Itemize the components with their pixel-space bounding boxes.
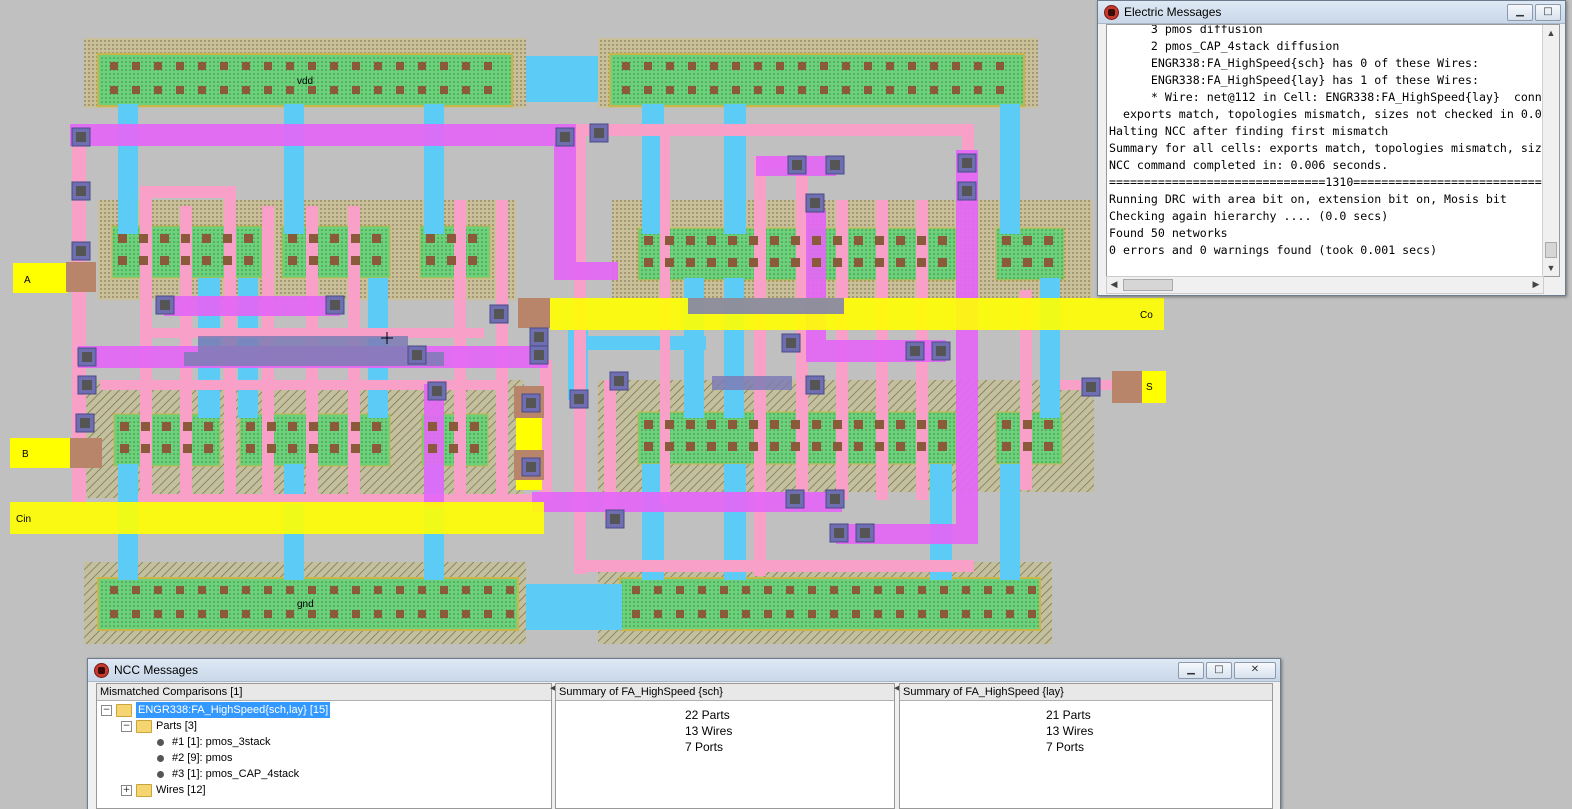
maximize-button[interactable]: □ bbox=[1535, 3, 1561, 21]
tree-parts[interactable]: − Parts [3] bbox=[121, 718, 197, 734]
gnd-label: gnd bbox=[297, 599, 314, 610]
message-line: NCC command completed in: 0.006 seconds. bbox=[1109, 158, 1389, 172]
message-line: 0 errors and 0 warnings found (took 0.00… bbox=[1109, 243, 1438, 257]
mismatch-tree-pane[interactable]: Mismatched Comparisons [1] − ENGR338:FA_… bbox=[96, 683, 552, 809]
message-line: Checking again hierarchy .... (0.0 secs) bbox=[1109, 209, 1389, 223]
message-line: ===============================1310=====… bbox=[1109, 175, 1560, 189]
sch-summary-header: Summary of FA_HighSpeed {sch} bbox=[556, 684, 894, 701]
lay-wires-count: 13 Wires bbox=[1046, 724, 1094, 738]
ncc-window-title: NCC Messages bbox=[114, 663, 199, 677]
sch-wires-count: 13 Wires bbox=[685, 724, 733, 738]
messages-text: 3 pmos diffusion 2 pmos_CAP_4stack diffu… bbox=[1107, 24, 1560, 259]
tree-part-item[interactable]: #1 [1]: pmos_3stack bbox=[157, 734, 270, 750]
sch-ports-count: 7 Ports bbox=[685, 740, 724, 754]
message-line: 3 pmos diffusion bbox=[1109, 24, 1263, 36]
sch-summary-pane: Summary of FA_HighSpeed {sch} 22 Parts 1… bbox=[555, 683, 895, 809]
mismatch-tree-header: Mismatched Comparisons [1] bbox=[97, 684, 551, 701]
scroll-up-arrow-icon[interactable]: ▲ bbox=[1543, 25, 1559, 41]
folder-icon bbox=[136, 783, 152, 797]
lay-ports-count: 7 Ports bbox=[1046, 740, 1085, 754]
b-label: B bbox=[22, 449, 29, 460]
gnd-metal-bridge bbox=[526, 584, 622, 630]
lay-summary-header: Summary of FA_HighSpeed {lay} bbox=[900, 684, 1272, 701]
tree-part-item[interactable]: #2 [9]: pmos bbox=[157, 750, 233, 766]
scroll-thumb[interactable] bbox=[1545, 242, 1557, 258]
messages-vertical-scrollbar[interactable]: ▲ ▼ bbox=[1542, 25, 1559, 276]
cin-label: Cin bbox=[16, 514, 31, 525]
vdd-metal-bridge bbox=[526, 56, 598, 102]
ncc-close-button[interactable]: ✕ bbox=[1234, 661, 1276, 679]
message-line: Running DRC with area bit on, extension … bbox=[1109, 192, 1507, 206]
leaf-bullet-icon bbox=[157, 754, 164, 762]
ncc-messages-window[interactable]: NCC Messages ▁ □ ✕ Mismatched Comparison… bbox=[87, 658, 1281, 809]
message-line: 2 pmos_CAP_4stack diffusion bbox=[1109, 39, 1340, 53]
collapse-root-icon[interactable]: − bbox=[101, 704, 112, 716]
gnd-rail-right bbox=[619, 577, 1041, 631]
message-line: * Wire: net@112 in Cell: ENGR338:FA_High… bbox=[1109, 90, 1542, 104]
message-line: exports match, topologies mismatch, size… bbox=[1109, 107, 1549, 121]
messages-text-area[interactable]: 3 pmos diffusion 2 pmos_CAP_4stack diffu… bbox=[1106, 24, 1560, 277]
scroll-right-arrow-icon[interactable]: ▶ bbox=[1529, 277, 1543, 291]
messages-titlebar[interactable]: Electric Messages ▁ □ bbox=[1098, 1, 1565, 24]
folder-icon bbox=[116, 703, 132, 717]
messages-horizontal-scrollbar[interactable]: ◀ ▶ bbox=[1106, 276, 1544, 294]
tree-root[interactable]: − ENGR338:FA_HighSpeed{sch,lay} [15] bbox=[101, 701, 332, 719]
lay-summary: 21 Parts 13 Wires 7 Ports bbox=[900, 701, 1272, 755]
tree-part-item[interactable]: #3 [1]: pmos_CAP_4stack bbox=[157, 766, 299, 782]
vdd-label: vdd bbox=[297, 76, 313, 87]
tree-wires-label[interactable]: Wires [12] bbox=[156, 782, 206, 798]
lay-summary-pane: Summary of FA_HighSpeed {lay} 21 Parts 1… bbox=[899, 683, 1273, 809]
part-item-label[interactable]: #3 [1]: pmos_CAP_4stack bbox=[172, 766, 299, 782]
a-label: A bbox=[24, 275, 31, 286]
sch-parts-count: 22 Parts bbox=[685, 708, 730, 722]
tree-parts-label[interactable]: Parts [3] bbox=[156, 718, 197, 734]
lay-parts-count: 21 Parts bbox=[1046, 708, 1091, 722]
pmos-diff-5 bbox=[995, 227, 1065, 281]
part-item-label[interactable]: #2 [9]: pmos bbox=[172, 750, 233, 766]
message-line: Halting NCC after finding first mismatch bbox=[1109, 124, 1389, 138]
leaf-bullet-icon bbox=[157, 770, 164, 778]
s-label: S bbox=[1146, 382, 1153, 393]
message-line: ENGR338:FA_HighSpeed{sch} has 0 of these… bbox=[1109, 56, 1479, 70]
nmos-diff-1 bbox=[113, 413, 221, 467]
ncc-titlebar[interactable]: NCC Messages ▁ □ ✕ bbox=[88, 659, 1280, 682]
scroll-down-arrow-icon[interactable]: ▼ bbox=[1543, 260, 1559, 276]
part-item-label[interactable]: #1 [1]: pmos_3stack bbox=[172, 734, 270, 750]
message-line: Summary for all cells: exports match, to… bbox=[1109, 141, 1549, 155]
collapse-parts-icon[interactable]: − bbox=[121, 720, 132, 732]
tree-wires[interactable]: + Wires [12] bbox=[121, 782, 206, 798]
folder-icon bbox=[136, 719, 152, 733]
ncc-maximize-button[interactable]: □ bbox=[1206, 661, 1232, 679]
minimize-button[interactable]: ▁ bbox=[1507, 3, 1533, 21]
vdd-rail-right bbox=[609, 53, 1025, 107]
ncc-app-icon bbox=[94, 662, 109, 678]
electric-app-icon bbox=[1104, 4, 1119, 20]
messages-window-title: Electric Messages bbox=[1124, 5, 1222, 19]
ncc-minimize-button[interactable]: ▁ bbox=[1178, 661, 1204, 679]
co-label: Co bbox=[1140, 310, 1153, 321]
scroll-left-arrow-icon[interactable]: ◀ bbox=[1107, 277, 1121, 291]
message-line: Found 50 networks bbox=[1109, 226, 1228, 240]
leaf-bullet-icon bbox=[157, 738, 164, 746]
electric-messages-window[interactable]: Electric Messages ▁ □ 3 pmos diffusion 2… bbox=[1097, 0, 1566, 296]
message-line: ENGR338:FA_HighSpeed{lay} has 1 of these… bbox=[1109, 73, 1479, 87]
expand-wires-icon[interactable]: + bbox=[121, 784, 132, 796]
hscroll-thumb[interactable] bbox=[1123, 279, 1173, 291]
tree-root-label[interactable]: ENGR338:FA_HighSpeed{sch,lay} [15] bbox=[134, 701, 332, 719]
sch-summary: 22 Parts 13 Wires 7 Ports bbox=[556, 701, 894, 755]
